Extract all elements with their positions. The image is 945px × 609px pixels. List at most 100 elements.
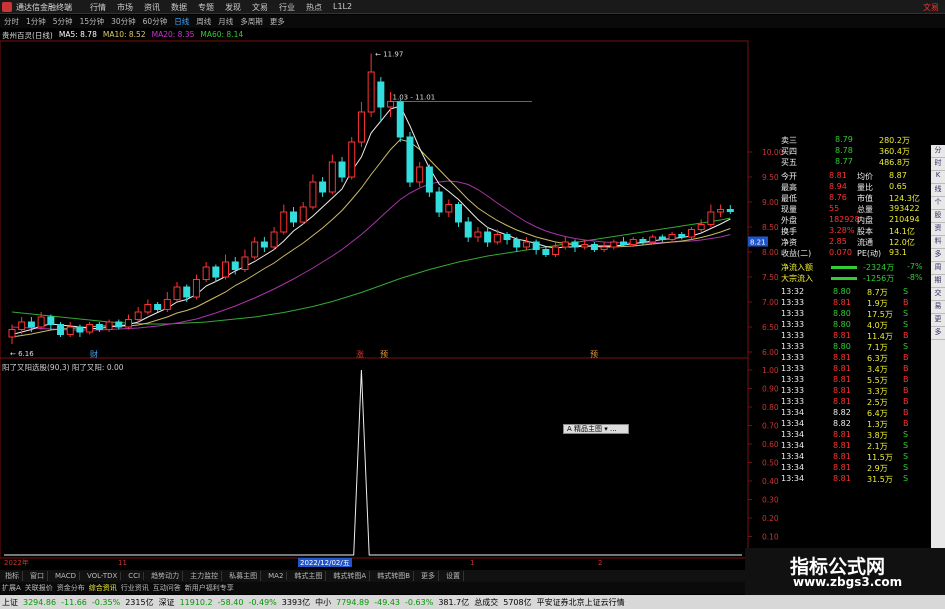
index-name[interactable]: 上证 (2, 597, 18, 608)
side-tool-4[interactable]: 个 (931, 197, 945, 210)
candle-body (95, 324, 103, 330)
side-tool-7[interactable]: 料 (931, 236, 945, 249)
indicator-tab-13[interactable]: 设置 (443, 571, 465, 581)
quote-row: 最低 8.76 市值 124.3亿 (779, 193, 930, 204)
ind-y-tick-label: 0.90 (762, 385, 779, 394)
tick-price: 8.81 (833, 298, 851, 307)
flow-pct: -7% (907, 262, 923, 271)
side-tool-1[interactable]: 时 (931, 158, 945, 171)
indicator-tab-7[interactable]: 私募主图 (226, 571, 262, 581)
low-price-label: ← 6.16 (10, 350, 34, 358)
candle-body (270, 231, 278, 248)
stat-label: 净资 (781, 238, 797, 247)
info-tab-1[interactable]: 关联报价 (25, 583, 53, 593)
indicator-tab-8[interactable]: MA2 (265, 572, 288, 580)
quote-row: 13:33 8.80 4.0万 S (779, 320, 930, 331)
tick-volume: 4.0万 (867, 321, 888, 330)
indicator-tab-11[interactable]: 韩式转图B (374, 571, 415, 581)
candle-body (319, 181, 327, 193)
template-popup[interactable]: A 精品主图 ▾ ... (563, 424, 629, 434)
side-tool-14[interactable]: 多 (931, 327, 945, 340)
ask-label: 卖三 (781, 136, 797, 145)
ind-y-tick-label: 0.40 (762, 477, 779, 486)
indicator-tab-3[interactable]: VOL-TDX (84, 572, 122, 580)
signal-line (4, 369, 742, 556)
indicator-tab-6[interactable]: 主力监控 (187, 571, 223, 581)
info-tab-5[interactable]: 互动问答 (153, 583, 181, 593)
ind-y-tick-label: 0.10 (762, 533, 779, 542)
quote-row: 13:33 8.80 17.5万 S (779, 309, 930, 320)
tick-price: 8.81 (833, 364, 851, 373)
tick-price: 8.81 (833, 430, 851, 439)
index-name[interactable]: 深证 (159, 597, 175, 608)
quote-row: 13:33 8.81 2.5万 B (779, 397, 930, 408)
candle-body (571, 241, 579, 248)
stat-label: 现量 (781, 205, 797, 214)
indicator-tab-12[interactable]: 更多 (418, 571, 440, 581)
tick-price: 8.80 (833, 342, 851, 351)
tick-time: 13:34 (781, 452, 805, 461)
side-tool-2[interactable]: K (931, 171, 945, 184)
candle-body (86, 324, 94, 333)
y-tick-label: 9.00 (762, 198, 779, 207)
indicator-tab-5[interactable]: 趋势动力 (148, 571, 184, 581)
side-tool-11[interactable]: 交 (931, 288, 945, 301)
side-tool-13[interactable]: 更 (931, 314, 945, 327)
stat-value: 0.65 (889, 182, 907, 191)
stat-value: 55 (829, 204, 840, 213)
tick-volume: 8.7万 (867, 288, 888, 297)
tick-price: 8.81 (833, 353, 851, 362)
tick-volume: 1.3万 (867, 420, 888, 429)
y-tick-label: 7.50 (762, 273, 779, 282)
candle-body (183, 286, 191, 298)
indicator-tab-1[interactable]: 窗口 (27, 571, 48, 581)
candle-body (8, 329, 16, 338)
indicator-tab-9[interactable]: 韩式主图 (291, 571, 327, 581)
tick-price: 8.81 (833, 331, 851, 340)
candle-body (367, 71, 375, 113)
side-tool-5[interactable]: 股 (931, 210, 945, 223)
candle-body (416, 166, 424, 183)
side-tool-9[interactable]: 周 (931, 262, 945, 275)
flow-row: 净流入额 -2324万 -7% (779, 262, 930, 273)
info-tab-2[interactable]: 资金分布 (57, 583, 85, 593)
ask-label: 买五 (781, 158, 797, 167)
info-tab-0[interactable]: 扩展A (2, 583, 21, 593)
side-tool-10[interactable]: 期 (931, 275, 945, 288)
tick-price: 8.81 (833, 452, 851, 461)
stat-value: 124.3亿 (889, 194, 920, 203)
indicator-tab-0[interactable]: 指标 (2, 571, 23, 581)
watermark: 指标公式网 www.zbgs3.com (745, 548, 945, 595)
tick-price: 8.81 (833, 474, 851, 483)
side-tool-8[interactable]: 多 (931, 249, 945, 262)
candle-body (134, 311, 142, 320)
indicator-tab-2[interactable]: MACD (52, 572, 80, 580)
tick-volume: 3.3万 (867, 387, 888, 396)
info-tab-4[interactable]: 行业资讯 (121, 583, 149, 593)
index-change: -11.66 (61, 597, 87, 607)
info-tab-3[interactable]: 综合资讯 (89, 583, 117, 593)
candle-body (455, 204, 463, 223)
index-name[interactable]: 中小 (315, 597, 331, 608)
event-marker[interactable]: 预 (590, 349, 598, 359)
index-value: 11910.2 (179, 597, 213, 607)
indicator-tab-4[interactable]: CCI (125, 572, 145, 580)
event-marker[interactable]: 预 (380, 349, 388, 359)
quote-row: 收益(二) 0.070 PE(动) 93.1 (779, 248, 930, 259)
quote-row: 净资 2.85 流通 12.0亿 (779, 237, 930, 248)
tick-side: B (903, 331, 909, 340)
side-tool-12[interactable]: 易 (931, 301, 945, 314)
side-tool-0[interactable]: 分 (931, 145, 945, 158)
indicator-tab-10[interactable]: 韩式转图A (330, 571, 371, 581)
candle-body (561, 241, 569, 248)
info-tab-6[interactable]: 新用户福利专享 (185, 583, 234, 593)
candle-body (678, 234, 686, 238)
tick-volume: 2.5万 (867, 398, 888, 407)
candle-body (610, 241, 618, 248)
side-tool-3[interactable]: 线 (931, 184, 945, 197)
side-tool-6[interactable]: 资 (931, 223, 945, 236)
event-marker[interactable]: 财 (90, 349, 98, 359)
event-marker[interactable]: 涨 (356, 349, 364, 359)
tick-side: B (903, 375, 909, 384)
tick-side: S (903, 287, 909, 296)
